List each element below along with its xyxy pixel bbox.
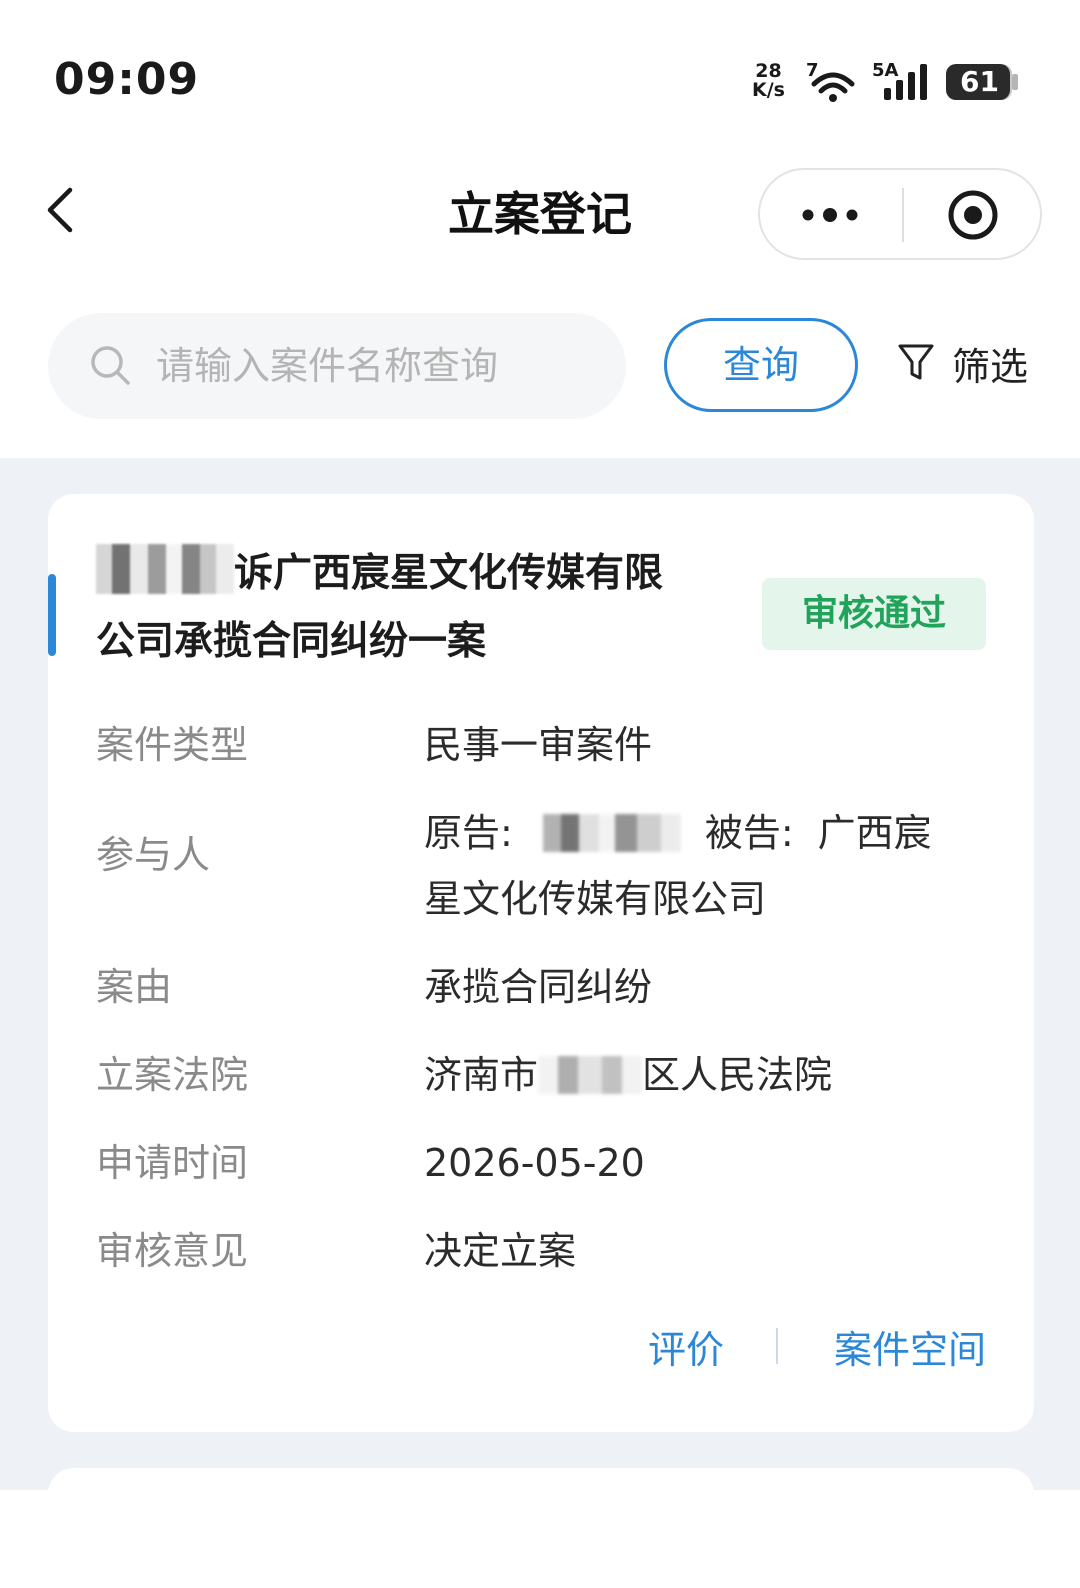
field-value: 原告: 被告: 广西宸星文化传媒有限公司 xyxy=(424,800,996,954)
plaintiff-label: 原告: xyxy=(424,811,513,855)
case-title: 诉广西宸星文化传媒有限公司承揽合同纠纷一案 xyxy=(96,540,746,676)
defendant-part2: 星文化传媒有限公司 xyxy=(424,877,767,921)
case-title-part1: 诉广西宸星文化传媒有限 xyxy=(234,551,664,596)
battery-icon: 61 xyxy=(946,64,1010,100)
status-badge: 审核通过 xyxy=(762,578,986,650)
net-speed-unit: K/s xyxy=(752,79,785,101)
court-suffix: 区人民法院 xyxy=(642,1053,833,1097)
search-icon xyxy=(91,346,130,385)
capsule-divider xyxy=(902,188,904,242)
nav-bar: 立案登记 xyxy=(0,150,1080,280)
query-button[interactable]: 查询 xyxy=(664,318,858,412)
field-value: 承揽合同纠纷 xyxy=(424,965,653,1009)
field-label: 参与人 xyxy=(96,833,211,877)
case-title-part2: 公司承揽合同纠纷一案 xyxy=(96,619,487,664)
more-dots-icon[interactable] xyxy=(760,170,900,258)
field-apply-date: 申请时间 2026-05-20 xyxy=(96,1130,996,1218)
signal-icon xyxy=(884,64,927,100)
case-card[interactable]: 诉广西宸星文化传媒有限 公司承揽合同纠纷一案 审核通过 案件类型 民事一审案件 参… xyxy=(48,494,1034,1432)
court-prefix: 济南市 xyxy=(424,1053,539,1097)
search-input[interactable] xyxy=(156,313,606,419)
redacted-plaintiff xyxy=(542,814,681,852)
close-target-icon[interactable] xyxy=(906,170,1040,258)
battery-tip xyxy=(1012,74,1018,90)
field-cause: 案由 承揽合同纠纷 xyxy=(96,954,996,1042)
redacted-district xyxy=(538,1056,643,1094)
filter-label: 筛选 xyxy=(952,345,1029,389)
case-space-link[interactable]: 案件空间 xyxy=(834,1319,986,1374)
field-value: 2026-05-20 xyxy=(424,1141,645,1185)
search-box[interactable] xyxy=(48,313,626,419)
wifi-icon xyxy=(811,72,855,102)
status-time: 09:09 xyxy=(54,54,200,105)
field-value: 民事一审案件 xyxy=(424,723,653,767)
status-bar: 09:09 28 K/s 7 5A 61 xyxy=(0,0,1080,150)
defendant-part1: 广西宸 xyxy=(817,811,932,855)
next-case-card[interactable] xyxy=(48,1468,1034,1588)
field-label: 申请时间 xyxy=(96,1141,249,1185)
field-review-opinion: 审核意见 决定立案 xyxy=(96,1218,996,1306)
field-label: 案由 xyxy=(96,965,173,1009)
field-label: 立案法院 xyxy=(96,1053,249,1097)
evaluate-link[interactable]: 评价 xyxy=(648,1319,724,1374)
case-list: 诉广西宸星文化传媒有限 公司承揽合同纠纷一案 审核通过 案件类型 民事一审案件 参… xyxy=(0,458,1080,1588)
action-divider xyxy=(775,1328,778,1364)
field-court: 立案法院 济南市 区人民法院 xyxy=(96,1042,996,1130)
card-accent-bar xyxy=(48,574,56,656)
case-fields: 案件类型 民事一审案件 参与人 原告: 被告: 广西宸 星文化传媒有限公司 案由 承揽… xyxy=(96,712,996,1306)
field-label: 审核意见 xyxy=(96,1229,249,1273)
filter-funnel-icon xyxy=(898,344,934,380)
net-speed: 28 K/s xyxy=(752,62,785,100)
card-actions: 评价 案件空间 xyxy=(648,1316,986,1376)
redacted-name xyxy=(96,544,234,594)
field-value: 决定立案 xyxy=(424,1229,577,1273)
field-participants: 参与人 原告: 被告: 广西宸星文化传媒有限公司 xyxy=(96,800,996,954)
field-value: 济南市 区人民法院 xyxy=(424,1042,996,1130)
defendant-label: 被告: xyxy=(704,811,794,855)
search-row: 查询 筛选 xyxy=(0,280,1080,458)
miniprogram-capsule xyxy=(758,168,1042,260)
